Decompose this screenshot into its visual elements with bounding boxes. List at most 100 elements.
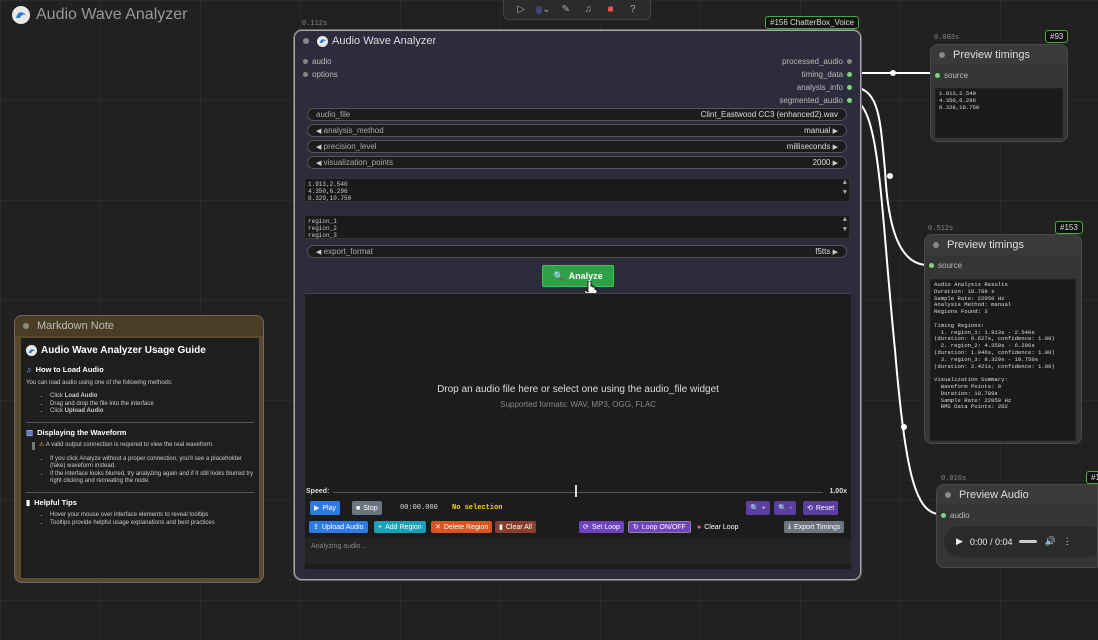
output-segmented-audio[interactable]: segmented_audio <box>779 96 852 105</box>
node-header[interactable]: Preview timings <box>931 45 1067 65</box>
loop-icon: ⟳ <box>583 524 589 531</box>
wave-logo-icon <box>317 35 328 47</box>
clear-loop-icon: ● <box>697 523 702 531</box>
preview-timings-node[interactable]: Preview timings source 1.913,2.540 4.350… <box>930 44 1068 142</box>
input-source[interactable]: source <box>929 261 962 270</box>
output-analysis-info[interactable]: analysis_info <box>797 83 852 92</box>
node-timing: 0.512s <box>928 225 954 233</box>
preview-audio-node[interactable]: Preview Audio audio ▶ 0:00 / 0:04 🔊 ⋮ <box>936 484 1098 568</box>
bell-icon[interactable]: ♫ <box>581 3 595 17</box>
collapse-dot[interactable] <box>945 492 951 498</box>
stop-button[interactable]: ■ Stop <box>352 501 382 515</box>
node-header[interactable]: Preview Audio <box>937 485 1097 505</box>
regions-textarea[interactable]: region_1 region_2 region_3 ▲ ▼ <box>304 215 850 239</box>
speed-slider-track[interactable] <box>333 492 823 493</box>
export-icon: ⤓ <box>788 523 792 530</box>
zoom-in-button[interactable]: 🔍 + <box>746 501 770 515</box>
audio-wave-analyzer-node[interactable]: Audio Wave Analyzer audio options proces… <box>294 30 861 580</box>
app-title: Audio Wave Analyzer <box>12 6 187 24</box>
node-timing: 0.016s <box>941 475 967 483</box>
audio-file-combo[interactable]: audio_file Clint_Eastwood CC3 (enhanced2)… <box>307 108 847 121</box>
list-item: Click Upload Audio <box>50 408 254 416</box>
tips-icon: ▮ <box>26 497 31 507</box>
timing-textarea[interactable]: 1.913,2.540 4.350,6.296 8.329,10.750 ▲ ▼ <box>304 178 850 202</box>
delete-icon: ✕ <box>435 524 441 531</box>
list-item: Click Load Audio <box>50 393 254 401</box>
input-options[interactable]: options <box>303 70 338 79</box>
node-title: Preview timings <box>947 239 1025 251</box>
section-load-audio: ♫ How to Load Audio <box>26 365 104 374</box>
volume-icon[interactable]: 🔊 <box>1044 536 1055 547</box>
play-icon[interactable]: ▷ <box>514 3 528 17</box>
waveform-area[interactable]: Drop an audio file here or select one us… <box>305 293 851 569</box>
collapse-dot[interactable] <box>303 38 309 44</box>
section-waveform: ▥ Displaying the Waveform <box>26 427 127 437</box>
node-timing: 0.003s <box>934 34 960 42</box>
help-icon[interactable]: ? <box>626 3 640 17</box>
output-timing-data[interactable]: timing_data <box>802 70 852 79</box>
preview-text: 1.913,2.540 4.350,6.296 8.329,10.750 <box>935 88 1063 138</box>
zoom-icon: 🔍 <box>750 505 759 512</box>
clear-all-button[interactable]: ▮ Clear All <box>495 521 536 533</box>
markdown-note-node[interactable]: Markdown Note Audio Wave Analyzer Usage … <box>14 315 264 583</box>
analyze-button[interactable]: 🔍 Analyze <box>542 265 614 287</box>
audio-progress-bar[interactable] <box>1019 540 1038 543</box>
input-audio[interactable]: audio <box>303 57 332 66</box>
precision-level-combo[interactable]: ◀ precision_level milliseconds ▶ <box>307 140 847 153</box>
set-loop-button[interactable]: ⟳ Set Loop <box>579 521 624 533</box>
warning-icon: ⚠ <box>39 442 45 448</box>
list-item: Hover your mouse over interface elements… <box>50 512 254 520</box>
more-options-icon[interactable]: ⋮ <box>1063 536 1072 547</box>
list-item: Drag and drop the file into the interfac… <box>50 401 254 409</box>
analysis-method-combo[interactable]: ◀ analysis_method manual ▶ <box>307 124 847 137</box>
queue-icon[interactable]: ⌄ <box>536 3 550 17</box>
input-audio[interactable]: audio <box>941 511 970 520</box>
node-timing: 0.112s <box>302 20 328 28</box>
collapse-dot[interactable] <box>23 323 29 329</box>
pin-icon[interactable]: ✎ <box>559 3 573 17</box>
wave-logo-icon <box>12 6 30 24</box>
guide-heading: Audio Wave Analyzer Usage Guide <box>26 345 254 356</box>
node-title: Preview timings <box>953 49 1031 61</box>
node-title: Preview Audio <box>959 489 1029 501</box>
textarea-scroll[interactable]: ▲ ▼ <box>843 180 847 197</box>
reset-button[interactable]: ⟲ Reset <box>803 501 839 515</box>
time-display: 00:00.000 <box>400 504 438 512</box>
node-badge: #1 <box>1086 471 1098 484</box>
wave-logo-icon <box>26 345 37 356</box>
textarea-scroll[interactable]: ▲ ▼ <box>843 217 847 234</box>
floating-toolbar: ▷ ⌄ ✎ ♫ ■ ? <box>503 0 651 20</box>
loop-toggle-button[interactable]: ↻ Loop ON/OFF <box>628 521 691 533</box>
zoom-out-button[interactable]: 🔍 - <box>774 501 797 515</box>
node-header[interactable]: Preview timings <box>925 235 1081 255</box>
add-region-button[interactable]: + Add Region <box>374 521 426 533</box>
preview-timings-node[interactable]: Preview timings source Audio Analysis Re… <box>924 234 1082 444</box>
toggle-icon: ↻ <box>633 524 639 531</box>
speed-slider-handle[interactable] <box>575 485 577 497</box>
audio-player[interactable]: ▶ 0:00 / 0:04 🔊 ⋮ <box>944 526 1097 557</box>
collapse-dot[interactable] <box>939 52 945 58</box>
supported-formats-text: Supported formats: WAV, MP3, OGG, FLAC <box>500 400 656 409</box>
trash-icon[interactable]: ■ <box>603 3 617 17</box>
collapse-dot[interactable] <box>933 242 939 248</box>
clear-loop-button[interactable]: ● Clear Loop <box>693 521 743 533</box>
trash-icon: ▮ <box>499 524 503 531</box>
section-intro: You can load audio using one of the foll… <box>26 379 173 386</box>
node-header[interactable]: Markdown Note <box>15 316 263 336</box>
node-title: Audio Wave Analyzer <box>332 35 437 47</box>
visualization-points-number[interactable]: ◀ visualization_points 2000 ▶ <box>307 156 847 169</box>
node-header[interactable]: Audio Wave Analyzer <box>295 31 860 51</box>
play-icon[interactable]: ▶ <box>956 536 963 547</box>
input-source[interactable]: source <box>935 71 968 80</box>
export-timings-button[interactable]: ⤓ Export Timings <box>784 521 845 533</box>
preview-text: Audio Analysis Results Duration: 10.789 … <box>930 279 1076 441</box>
play-button[interactable]: ▶ Play <box>310 501 341 515</box>
node-badge: #93 <box>1045 30 1069 43</box>
reset-icon: ⟲ <box>807 505 813 512</box>
markdown-content: Audio Wave Analyzer Usage Guide ♫ How to … <box>21 338 259 578</box>
output-processed-audio[interactable]: processed_audio <box>782 57 852 66</box>
export-format-combo[interactable]: ◀ export_format f5tts ▶ <box>307 245 847 258</box>
chart-icon: ▥ <box>26 427 34 437</box>
delete-region-button[interactable]: ✕ Delete Region <box>431 521 493 533</box>
upload-audio-button[interactable]: ⇪ Upload Audio <box>309 521 368 533</box>
